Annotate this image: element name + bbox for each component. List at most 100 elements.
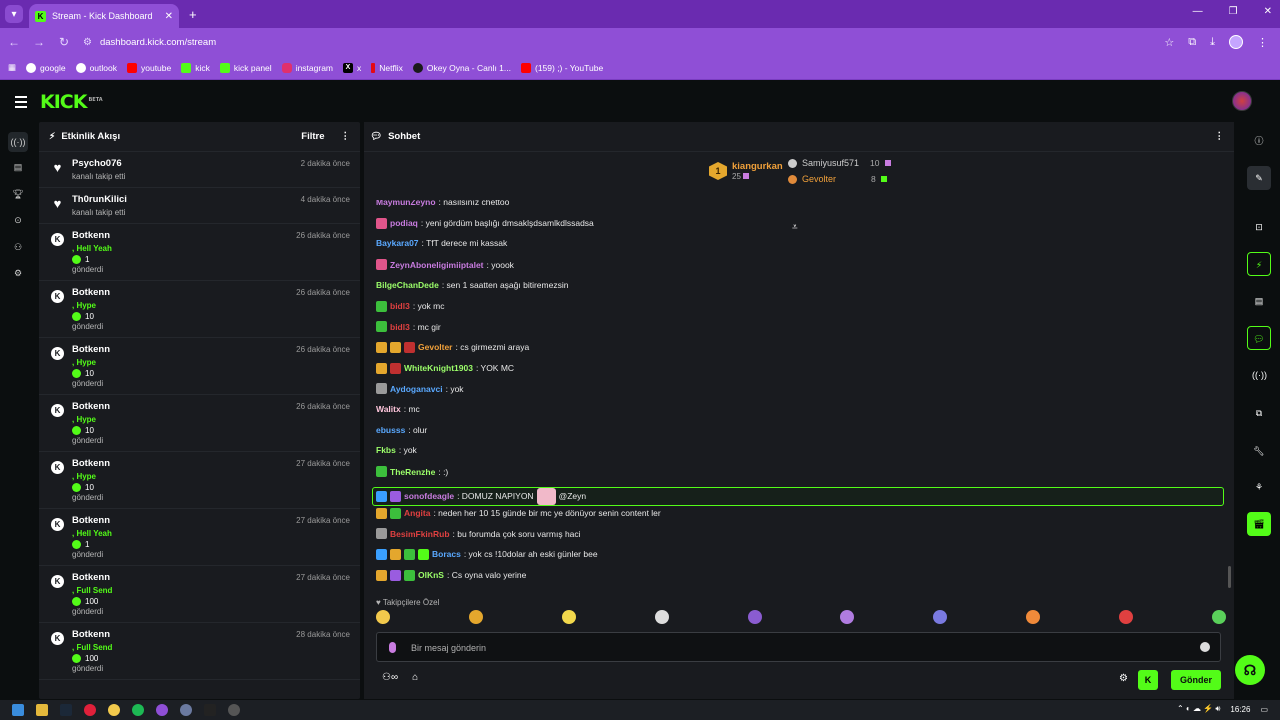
activity-event[interactable]: K Botkenn 26 dakika önce, Hype 10 gönder… — [39, 338, 360, 395]
chrome-active-icon[interactable] — [156, 704, 168, 716]
bookmark-kick-panel[interactable]: kick panel — [219, 62, 272, 73]
chat-username[interactable]: OlKnS — [418, 570, 444, 580]
chat-username[interactable]: WhiteKnight1903 — [404, 363, 473, 373]
activity-menu-icon[interactable]: ⋮ — [341, 131, 351, 142]
chat-message[interactable]: Gevolter: cs girmezmi araya — [376, 341, 529, 353]
kicks-button[interactable]: K — [1138, 670, 1158, 690]
emote-icon[interactable] — [468, 610, 483, 624]
bookmark-google[interactable]: google — [26, 62, 66, 73]
browser-tab-active[interactable]: K Stream - Kick Dashboard ✕ — [29, 4, 179, 28]
stream-broadcast-icon[interactable]: ((·)) — [8, 132, 28, 152]
tray-icons[interactable]: ⌃ ◐ ☁ ⚡ 🔊︎ — [1177, 704, 1220, 714]
chat-users-icon[interactable]: ⚇∞ — [382, 672, 398, 683]
activity-event[interactable]: K Botkenn 27 dakika önce, Full Send 100 … — [39, 566, 360, 623]
file-explorer-icon[interactable] — [36, 704, 48, 716]
chat-message[interactable]: Walitx: mc — [376, 404, 420, 414]
chat-message[interactable]: TheRenzhe: :) — [376, 466, 448, 478]
chat-message[interactable]: WhiteKnight1903: YOK MC — [376, 362, 514, 374]
bookmark-outlook[interactable]: outlook — [75, 62, 117, 73]
site-info-icon[interactable]: ⚙ — [83, 37, 92, 48]
chat-message[interactable]: MaymunZeyno: nasılsınız chettoo — [376, 200, 509, 207]
chat-username[interactable]: BesimFkinRub — [390, 529, 450, 539]
chat-username[interactable]: ZeynAboneligimiiptalet — [390, 260, 484, 270]
tools-icon[interactable]: 🔧︎ — [1252, 444, 1266, 458]
chat-settings-icon[interactable]: ⚙ — [1119, 673, 1128, 684]
url-field[interactable]: ⚙ dashboard.kick.com/stream — [83, 31, 1164, 53]
chat-message[interactable]: ebusss: olur — [376, 425, 427, 435]
chat-username[interactable]: Angita — [404, 508, 430, 518]
community-icon[interactable]: ⚇ — [11, 242, 25, 256]
chat-username[interactable]: Fkbs — [376, 445, 396, 455]
kick-logo[interactable]: KICK BETA — [40, 91, 103, 113]
chat-username[interactable]: sonofdeagle — [404, 491, 454, 501]
bookmark-kick[interactable]: kick — [181, 62, 210, 73]
chat-username[interactable]: bidl3 — [390, 322, 410, 332]
send-button[interactable]: Gönder — [1171, 670, 1221, 690]
chat-message[interactable]: bidl3: yok mc — [376, 300, 445, 312]
analytics-icon[interactable]: ▤ — [11, 162, 25, 176]
activity-event[interactable]: K Botkenn 26 dakika önce, Hell Yeah 1 gö… — [39, 224, 360, 281]
bookmark-netflix[interactable]: Netflix — [371, 62, 403, 73]
chat-username[interactable]: podiaq — [390, 218, 418, 228]
activity-event[interactable]: K Botkenn 28 dakika önce, Full Send 100 … — [39, 623, 360, 680]
chat-username[interactable]: Gevolter — [418, 342, 453, 352]
chat-username[interactable]: Boracs — [432, 549, 461, 559]
bookmark-youtube-video[interactable]: (159) ;) - YouTube — [520, 62, 603, 73]
chat-toggle-icon[interactable]: 💬︎ — [1247, 326, 1271, 350]
chat-username[interactable]: MaymunZeyno — [376, 200, 436, 207]
emoji-picker-icon[interactable] — [1200, 642, 1210, 652]
bookmark-okey[interactable]: Okey Oyna - Canlı 1... — [412, 62, 511, 73]
integrations-icon[interactable]: ⚘ — [1252, 480, 1266, 494]
reload-icon[interactable]: ↻ — [53, 35, 75, 49]
chat-message[interactable]: BilgeChanDede: sen 1 saatten aşağı bitir… — [376, 280, 568, 290]
steam-icon[interactable] — [60, 704, 72, 716]
user-avatar[interactable] — [1232, 91, 1252, 111]
spotify-icon[interactable] — [132, 704, 144, 716]
activity-event[interactable]: ♥ Th0runKilici 4 dakika önce kanalı takip… — [39, 188, 360, 224]
activity-event[interactable]: K Botkenn 26 dakika önce, Hype 10 gönder… — [39, 395, 360, 452]
chat-username[interactable]: bidl3 — [390, 301, 410, 311]
chat-username[interactable]: Baykara07 — [376, 238, 419, 248]
chrome-icon[interactable] — [108, 704, 120, 716]
microphone-icon[interactable] — [389, 642, 396, 653]
restore-icon[interactable]: ❐ — [1229, 6, 1238, 17]
chat-username[interactable]: TheRenzhe — [390, 467, 435, 477]
chat-message-input[interactable] — [411, 640, 1171, 656]
help-support-button[interactable]: ☊ — [1235, 655, 1265, 685]
emote-icon[interactable] — [840, 610, 855, 624]
chat-message[interactable]: OlKnS: Cs oyna valo yerine — [376, 569, 526, 581]
extensions-icon[interactable]: ⧉ — [1188, 36, 1196, 49]
menu-dots-icon[interactable]: ⋮ — [1257, 36, 1268, 49]
focus-icon[interactable]: ⊙ — [11, 215, 25, 229]
chat-menu-icon[interactable]: ⋮ — [1215, 131, 1225, 142]
info-icon[interactable]: ⓘ — [1252, 134, 1266, 148]
bookmark-instagram[interactable]: instagram — [281, 62, 333, 73]
tab-close-icon[interactable]: ✕ — [165, 11, 173, 22]
back-icon[interactable]: ← — [3, 35, 25, 49]
emote-icon[interactable] — [1119, 610, 1133, 624]
chat-message[interactable]: bidl3: mc gir — [376, 321, 441, 333]
leaderboard-second[interactable]: Samiyusuf571 10 — [788, 158, 891, 168]
store-icon[interactable]: ⌂ — [412, 672, 418, 683]
tab-search-button[interactable]: ▾ — [5, 5, 23, 23]
chat-message[interactable]: podiaq: yeni gördüm başlığı dmsaklşdsaml… — [376, 217, 594, 229]
chat-message[interactable]: ZeynAboneligimiiptalet: yoook — [376, 259, 514, 271]
broadcast-icon[interactable]: ((·)) — [1252, 368, 1267, 382]
chat-message[interactable]: Boracs: yok cs !10dolar ah eski günler b… — [376, 548, 598, 560]
edit-pencil-icon[interactable]: ✎ — [1247, 166, 1271, 190]
emote-icon[interactable] — [747, 610, 762, 624]
chat-message[interactable]: Angita: neden her 10 15 günde bir mc ye … — [376, 507, 661, 519]
chat-username[interactable]: ebusss — [376, 425, 405, 435]
download-icon[interactable]: ⤓ — [1210, 36, 1215, 49]
emote-icon[interactable] — [376, 610, 390, 624]
capcut-icon[interactable] — [204, 704, 216, 716]
bookmark-star-icon[interactable]: ☆ — [1164, 36, 1174, 49]
focus-mode-icon[interactable]: ⊡ — [1252, 220, 1266, 234]
leaderboard-third[interactable]: Gevolter 8 — [788, 174, 887, 184]
bookmark-x[interactable]: Xx — [343, 62, 361, 73]
apps-grid-icon[interactable]: ▦ — [8, 62, 16, 73]
chat-username[interactable]: Walitx — [376, 404, 401, 414]
emote-icon[interactable] — [654, 610, 669, 624]
settings-icon[interactable]: ⚙ — [11, 268, 25, 282]
emote-icon[interactable] — [561, 610, 576, 624]
